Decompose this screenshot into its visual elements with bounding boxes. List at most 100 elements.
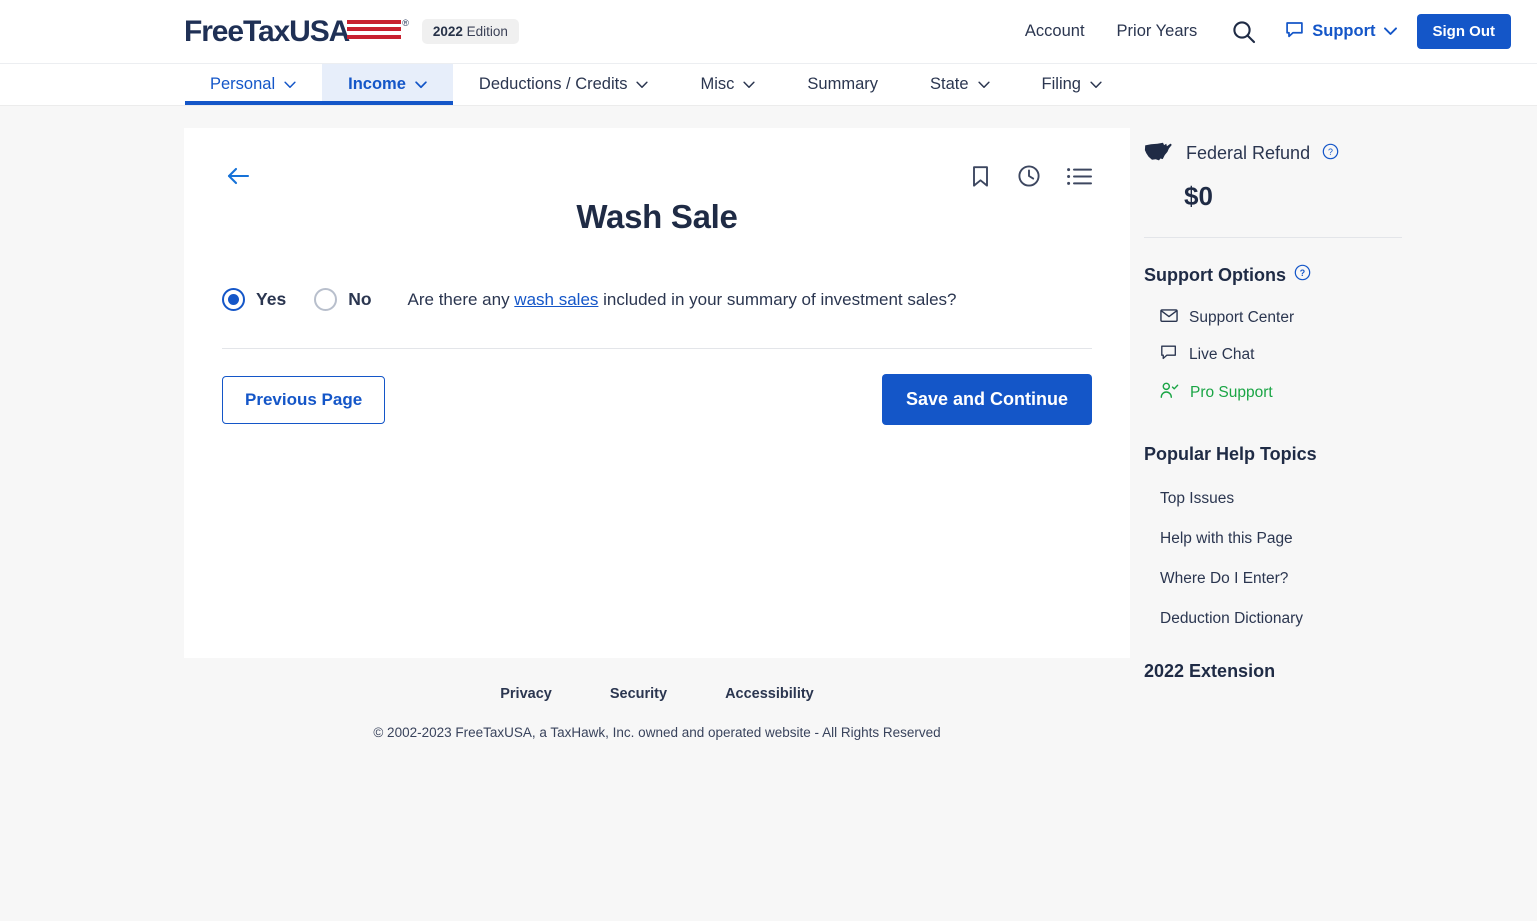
list-menu-icon[interactable] [1067, 167, 1092, 186]
top-header-bar: FreeTaxUSA ® 2022 Edition Account Prior … [0, 0, 1537, 64]
freetaxusa-logo[interactable]: FreeTaxUSA ® [184, 16, 409, 47]
footer-links: Privacy Security Accessibility [184, 686, 1130, 702]
wash-sale-question-row: Yes No Are there any wash sales included… [222, 288, 1092, 311]
federal-refund-label: Federal Refund [1186, 143, 1311, 163]
sidebar-item-help-with-this-page[interactable]: Help with this Page [1144, 519, 1430, 559]
question-text: Are there any wash sales included in you… [408, 290, 957, 310]
right-sidebar: Federal Refund ? $0 Support Options ? Su… [1130, 128, 1430, 740]
support-options-heading-label: Support Options [1144, 264, 1286, 285]
page-title: Wash Sale [576, 198, 738, 235]
bookmark-icon[interactable] [970, 165, 991, 188]
extension-section: 2022 Extension [1144, 661, 1430, 682]
card-toolbar [222, 162, 1092, 190]
envelope-icon [1160, 308, 1178, 328]
radio-option-yes[interactable]: Yes [222, 288, 286, 311]
radio-no-input[interactable] [314, 288, 338, 311]
support-options-heading: Support Options ? [1144, 264, 1430, 286]
tab-state[interactable]: State [904, 64, 1016, 105]
main-content-column: Wash Sale Yes No Are there any wash sale… [0, 128, 1130, 740]
chevron-down-icon [1383, 23, 1397, 41]
previous-page-button[interactable]: Previous Page [222, 375, 386, 424]
history-clock-icon[interactable] [1017, 164, 1041, 188]
flag-stripes-icon [347, 17, 402, 40]
support-options-section: Support Options ? Support Center Live Ch… [1144, 264, 1430, 412]
tab-personal[interactable]: Personal [184, 64, 322, 105]
sign-out-button[interactable]: Sign Out [1416, 14, 1511, 49]
sidebar-item-top-issues[interactable]: Top Issues [1144, 479, 1430, 519]
support-options-list: Support Center Live Chat Pro Support [1144, 300, 1430, 412]
footer-link-privacy[interactable]: Privacy [500, 686, 552, 702]
chevron-down-icon [415, 75, 427, 94]
help-circle-icon[interactable]: ? [1294, 264, 1311, 286]
registered-mark: ® [402, 17, 409, 28]
content-divider [222, 348, 1092, 349]
sidebar-item-support-center[interactable]: Support Center [1144, 300, 1430, 336]
sidebar-item-live-chat-label: Live Chat [1189, 346, 1255, 363]
edition-year: 2022 [432, 24, 463, 39]
person-check-icon [1160, 382, 1179, 404]
svg-text:?: ? [1328, 146, 1333, 156]
federal-refund-amount: $0 [1184, 181, 1213, 211]
support-menu[interactable]: Support [1275, 20, 1416, 44]
save-and-continue-button[interactable]: Save and Continue [881, 374, 1092, 425]
extension-heading[interactable]: 2022 Extension [1144, 661, 1430, 682]
tab-income-label: Income [348, 75, 406, 93]
federal-refund-block: Federal Refund ? [1144, 140, 1430, 167]
help-circle-icon[interactable]: ? [1322, 143, 1339, 165]
wash-sales-link[interactable]: wash sales [514, 290, 598, 309]
chevron-down-icon [636, 75, 649, 94]
support-label: Support [1312, 22, 1376, 40]
tab-summary-label: Summary [807, 75, 878, 93]
popular-help-topics-heading: Popular Help Topics [1144, 444, 1317, 464]
chevron-down-icon [977, 75, 990, 94]
popular-help-topics-section: Popular Help Topics Top Issues Help with… [1144, 444, 1430, 639]
footer-link-accessibility[interactable]: Accessibility [725, 686, 814, 702]
sidebar-item-where-do-i-enter[interactable]: Where Do I Enter? [1144, 559, 1430, 599]
chat-bubble-icon [1160, 344, 1178, 366]
sidebar-item-pro-support[interactable]: Pro Support [1144, 374, 1430, 412]
edition-label: Edition [466, 24, 508, 39]
main-navigation-tabs: Personal Income Deductions / Credits Mis… [0, 64, 1537, 106]
page-body: Wash Sale Yes No Are there any wash sale… [0, 106, 1537, 740]
tab-filing[interactable]: Filing [1016, 64, 1128, 105]
content-card: Wash Sale Yes No Are there any wash sale… [184, 128, 1130, 658]
card-button-row: Previous Page Save and Continue [222, 374, 1092, 425]
tab-misc-label: Misc [700, 75, 735, 93]
tab-personal-label: Personal [210, 75, 276, 93]
top-navigation: Account Prior Years Support Sign Out [1009, 14, 1511, 49]
radio-option-no[interactable]: No [314, 288, 372, 311]
chevron-down-icon [1090, 75, 1102, 94]
copyright-text: © 2002-2023 FreeTaxUSA, a TaxHawk, Inc. … [373, 725, 941, 740]
sidebar-item-pro-support-label: Pro Support [1190, 384, 1273, 401]
page-footer: Privacy Security Accessibility © 2002-20… [184, 658, 1130, 740]
sidebar-divider [1144, 237, 1402, 238]
chat-bubble-icon [1285, 20, 1304, 44]
radio-yes-input[interactable] [222, 288, 245, 311]
account-link[interactable]: Account [1009, 22, 1101, 41]
tab-state-label: State [930, 75, 969, 93]
footer-link-security[interactable]: Security [610, 686, 667, 702]
edition-badge: 2022 Edition [421, 19, 519, 44]
sidebar-item-deduction-dictionary[interactable]: Deduction Dictionary [1144, 599, 1430, 639]
tab-deductions-credits-label: Deductions / Credits [478, 75, 628, 93]
tab-deductions-credits[interactable]: Deductions / Credits [453, 64, 675, 105]
prior-years-link[interactable]: Prior Years [1101, 22, 1214, 41]
tab-summary[interactable]: Summary [781, 64, 904, 105]
svg-text:?: ? [1300, 268, 1305, 278]
back-arrow-icon[interactable] [222, 162, 254, 190]
question-text-after: included in your summary of investment s… [598, 289, 957, 309]
chevron-down-icon [743, 75, 756, 94]
card-action-icons [970, 162, 1092, 188]
radio-yes-label: Yes [256, 289, 287, 309]
active-tab-underline [185, 101, 453, 105]
brand-logo-group[interactable]: FreeTaxUSA ® 2022 Edition [184, 16, 519, 47]
search-icon[interactable] [1213, 19, 1275, 45]
sidebar-item-live-chat[interactable]: Live Chat [1144, 336, 1430, 374]
popular-help-topics-list: Top Issues Help with this Page Where Do … [1144, 479, 1430, 639]
tab-income[interactable]: Income [322, 64, 453, 105]
radio-no-label: No [348, 289, 372, 309]
tab-misc[interactable]: Misc [674, 64, 781, 105]
tab-filing-label: Filing [1041, 75, 1081, 93]
question-text-before: Are there any [407, 289, 515, 309]
us-map-icon [1144, 140, 1174, 167]
